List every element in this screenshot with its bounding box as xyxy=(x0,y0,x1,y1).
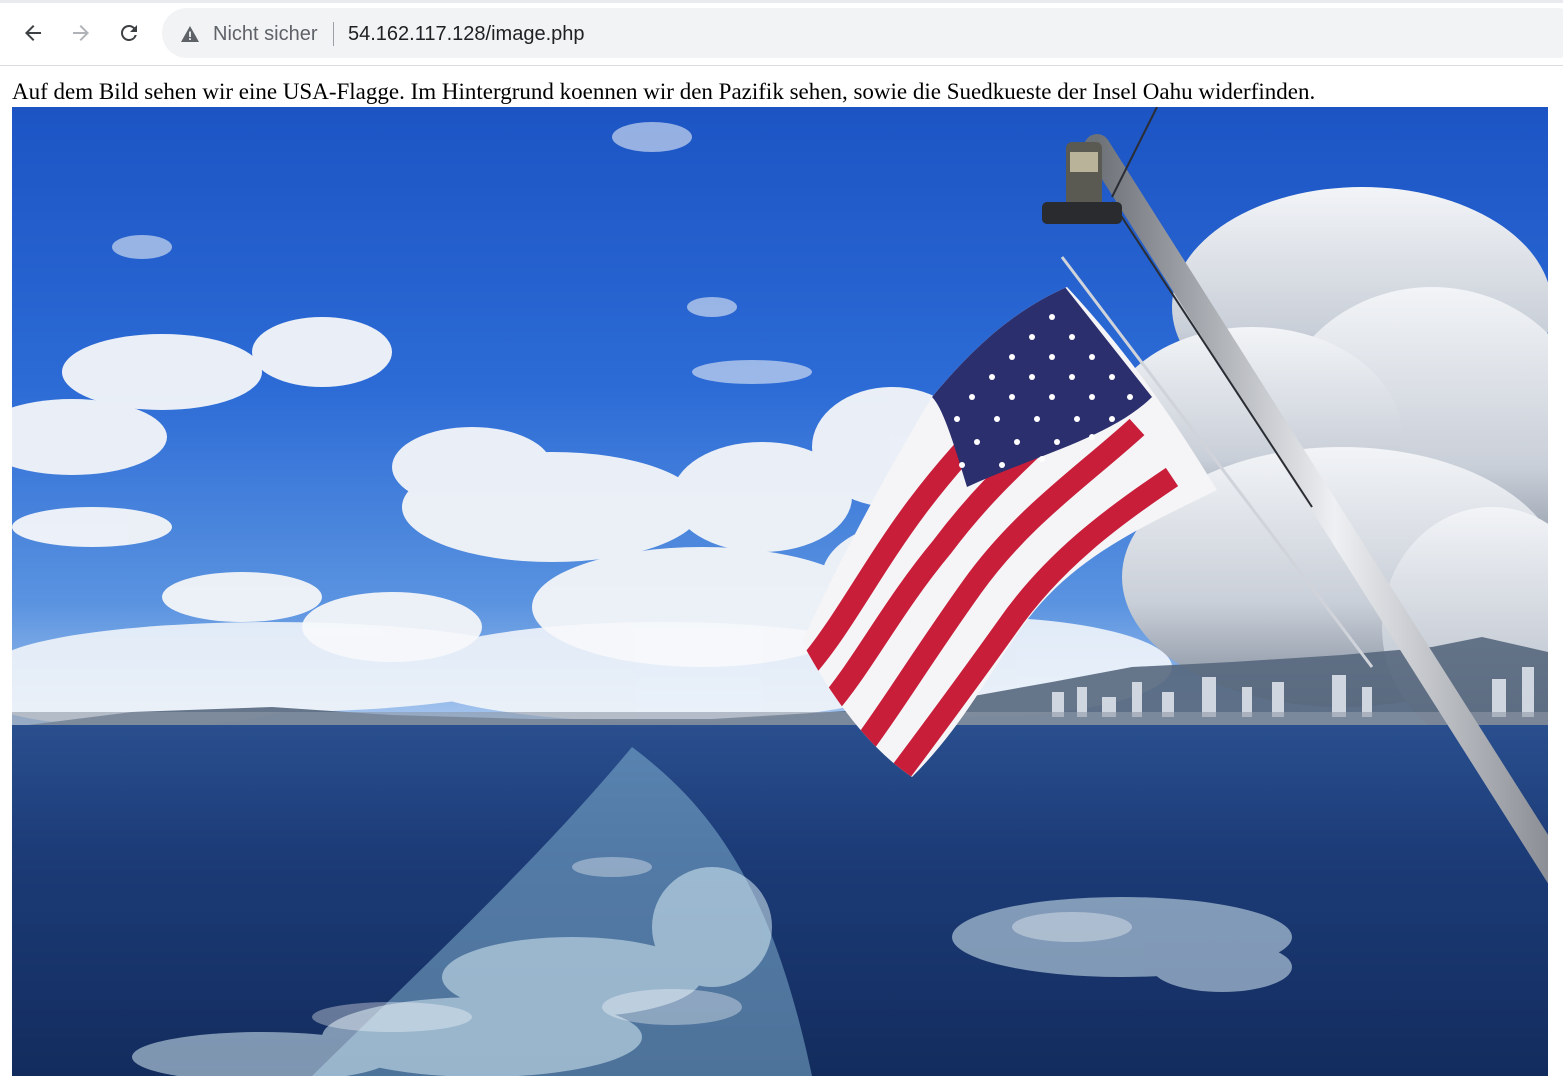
flag-ocean-photo xyxy=(12,107,1548,1076)
warning-triangle-icon[interactable] xyxy=(180,24,200,44)
url-text[interactable]: 54.162.117.128/image.php xyxy=(348,19,585,49)
url-divider xyxy=(333,22,334,46)
reload-button[interactable] xyxy=(110,14,148,52)
arrow-right-icon xyxy=(73,25,89,41)
forward-button[interactable] xyxy=(62,14,100,52)
reload-icon xyxy=(121,25,137,41)
security-status-label[interactable]: Nicht sicher xyxy=(213,19,317,49)
tab-strip-edge xyxy=(0,0,1563,3)
back-button[interactable] xyxy=(14,14,52,52)
image-caption: Auf dem Bild sehen wir eine USA-Flagge. … xyxy=(12,79,1316,104)
browser-toolbar: Nicht sicher 54.162.117.128/image.php xyxy=(0,0,1563,66)
arrow-left-icon xyxy=(25,25,41,41)
